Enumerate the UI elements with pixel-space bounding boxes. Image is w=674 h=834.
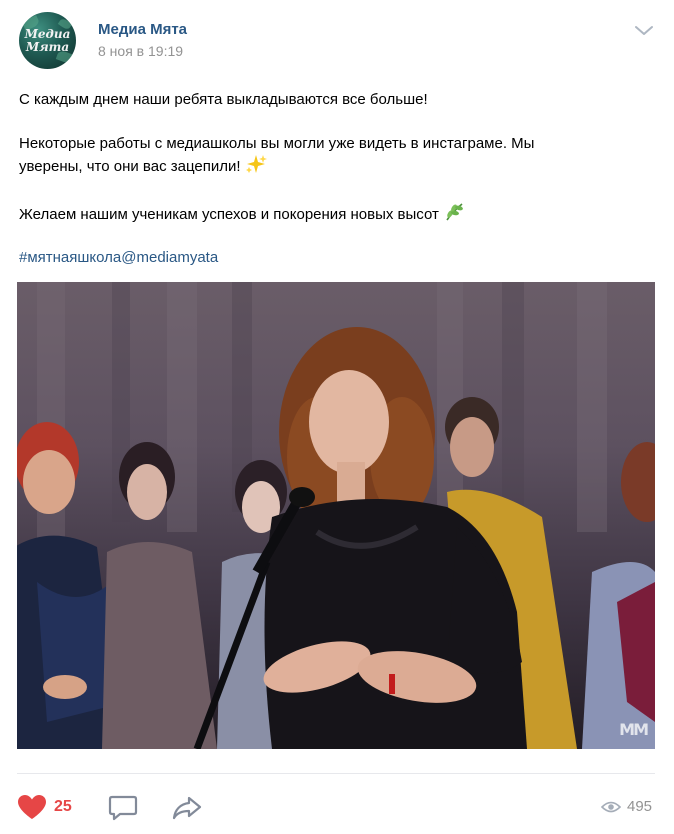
author-name[interactable]: Медиа Мята xyxy=(98,21,187,38)
hashtag-link[interactable]: #мятнаяшкола@mediamyata xyxy=(19,249,218,266)
post-text-line: Некоторые работы с медиашколы вы могли у… xyxy=(19,135,535,152)
herb-icon xyxy=(446,203,463,221)
wall-post: Медиа Мята Медиа Мята 8 ноя в 19:19 С ка… xyxy=(0,0,674,834)
post-text-line: Желаем нашим ученикам успехов и покорени… xyxy=(19,206,439,223)
chevron-down-icon[interactable] xyxy=(633,24,655,38)
views-count: 495 xyxy=(627,798,653,815)
post-text-line: уверены, что они вас зацепили! xyxy=(19,154,649,177)
post-date[interactable]: 8 ноя в 19:19 xyxy=(98,43,183,59)
comment-icon[interactable] xyxy=(108,794,138,822)
heart-icon[interactable] xyxy=(17,794,47,820)
photo-scene xyxy=(17,282,655,749)
post-text-segment: уверены, что они вас зацепили! xyxy=(19,158,241,175)
avatar-logo-text: Медиа xyxy=(24,27,71,41)
post-photo[interactable]: MM xyxy=(17,282,655,749)
post-text-line: С каждым днем наши ребята выкладываются … xyxy=(19,91,428,108)
community-avatar[interactable]: Медиа Мята xyxy=(19,12,76,69)
actions-divider xyxy=(17,773,655,774)
sparkles-icon xyxy=(245,155,267,173)
post-text-paragraph: Некоторые работы с медиашколы вы могли у… xyxy=(19,134,649,177)
eye-icon xyxy=(601,801,621,813)
post-text-paragraph: С каждым днем наши ребята выкладываются … xyxy=(19,90,649,110)
share-arrow-icon[interactable] xyxy=(171,795,203,821)
likes-count[interactable]: 25 xyxy=(54,798,72,816)
post-text-paragraph: Желаем нашим ученикам успехов и покорени… xyxy=(19,202,649,225)
photo-watermark: MM xyxy=(619,720,649,739)
avatar-logo-text: Мята xyxy=(25,40,70,54)
